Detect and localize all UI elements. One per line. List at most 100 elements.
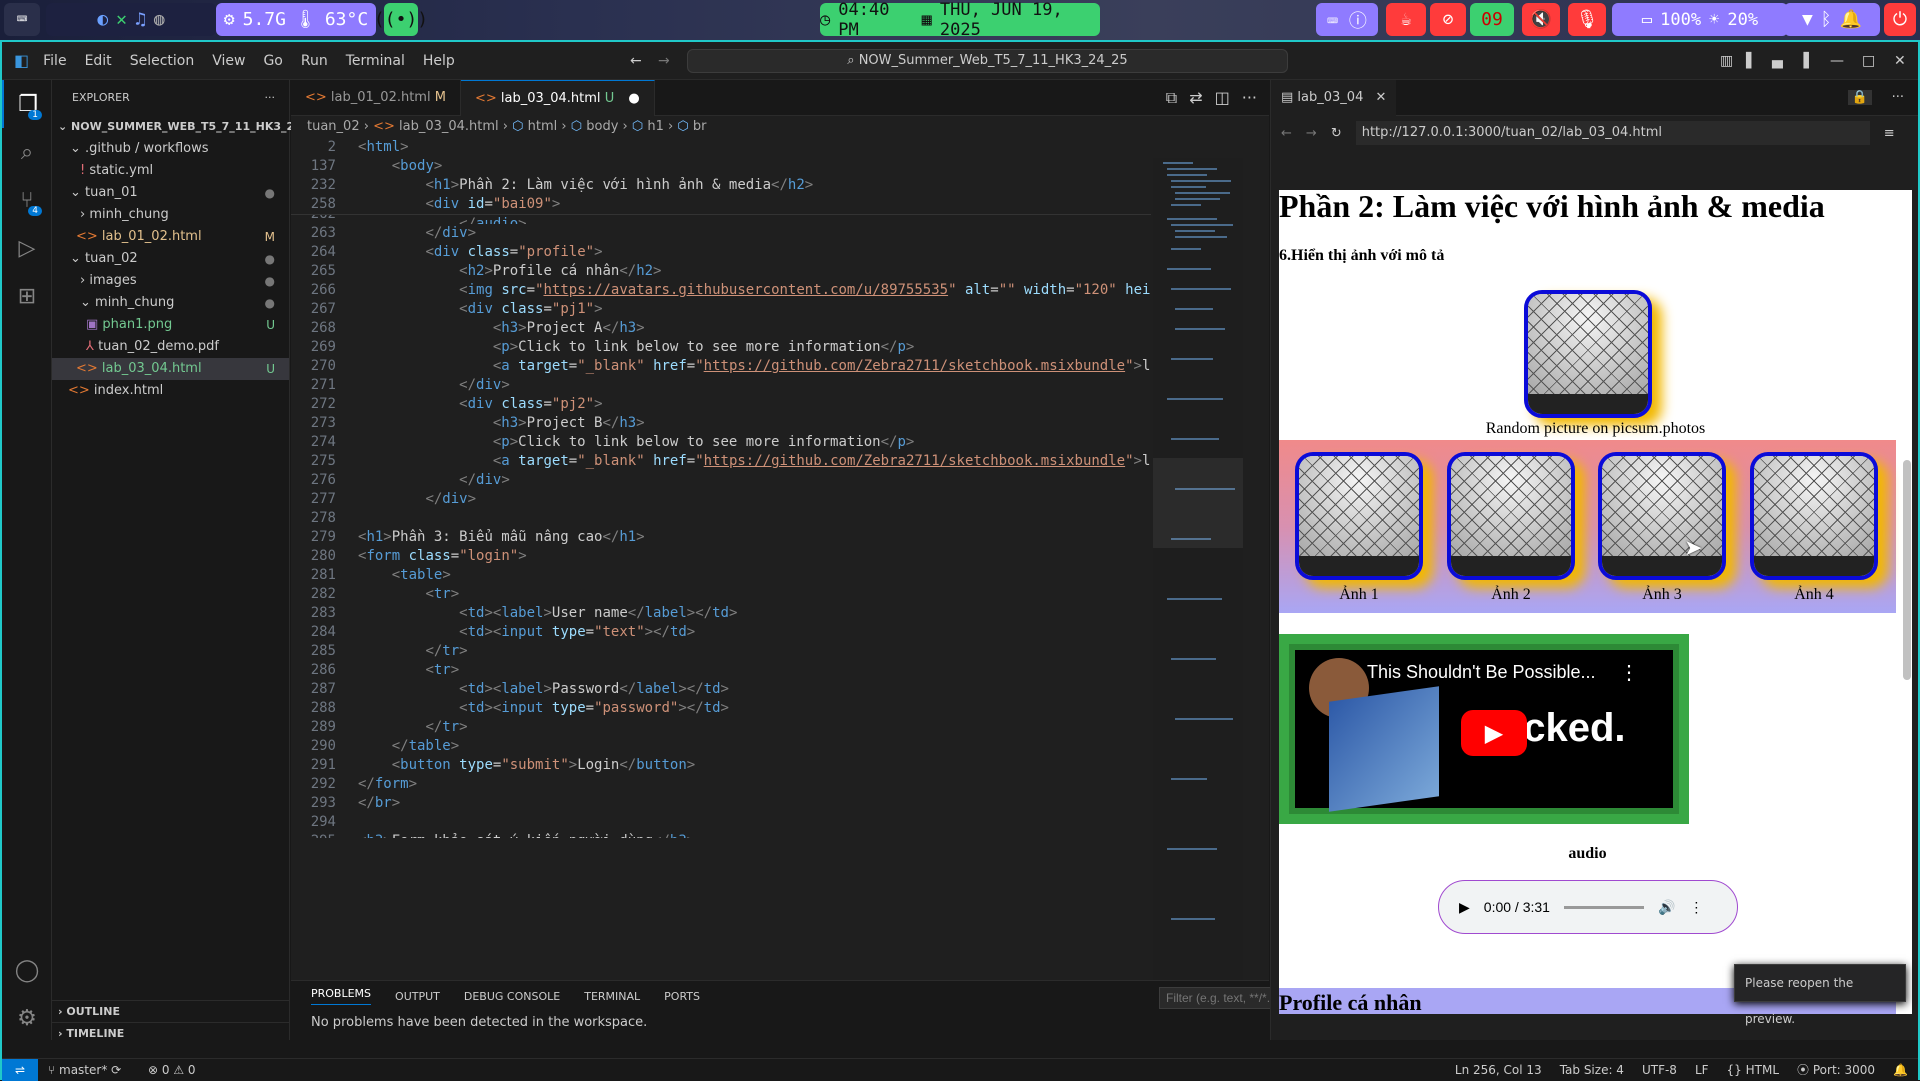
audio-player[interactable]: ▶ 0:00 / 3:31 🔊 ⋮: [1438, 880, 1738, 934]
mic-mute[interactable]: 🎙: [1568, 3, 1606, 36]
tab-ports[interactable]: PORTS: [664, 990, 700, 1003]
lock-icon[interactable]: 🔒: [1847, 90, 1872, 105]
keyboard-layout[interactable]: ⌨ ⓘ: [1316, 3, 1378, 36]
tab-terminal[interactable]: TERMINAL: [584, 990, 640, 1003]
tree-item-tuan01[interactable]: ⌄ tuan_01 ●: [52, 182, 289, 204]
tree-item-static-yml[interactable]: ! static.yml: [52, 160, 289, 182]
branch-indicator[interactable]: ⑂ master* ⟳: [48, 1059, 121, 1081]
video-embed[interactable]: This Shouldn't Be Possible... ⋮ acked. ▶: [1279, 634, 1689, 824]
tree-item-tuan02[interactable]: ⌄ tuan_02 ●: [52, 248, 289, 270]
menu-go[interactable]: Go: [263, 53, 282, 69]
toggle-sidebar-icon[interactable]: ▌: [1746, 53, 1757, 69]
timeline-section[interactable]: › TIMELINE: [52, 1022, 290, 1044]
settings-gear-icon[interactable]: ⚙: [2, 994, 52, 1042]
menu-run[interactable]: Run: [301, 53, 328, 69]
live-server-port[interactable]: ⦿ Port: 3000: [1797, 1059, 1875, 1081]
power-button[interactable]: ⏻: [1884, 3, 1916, 36]
tab-problems[interactable]: PROBLEMS: [311, 987, 372, 1005]
audio-more-icon[interactable]: ⋮: [1689, 899, 1703, 916]
tree-item-pdf[interactable]: ⅄ tuan_02_demo.pdf: [52, 336, 289, 358]
audio-visualizer[interactable]: ((•)): [374, 3, 428, 36]
tab-output[interactable]: OUTPUT: [395, 990, 440, 1003]
forward-arrow-icon[interactable]: →: [1306, 126, 1317, 141]
menu-edit[interactable]: Edit: [85, 53, 112, 69]
menu-terminal[interactable]: Terminal: [346, 53, 405, 69]
tab-size[interactable]: Tab Size: 4: [1560, 1059, 1624, 1081]
menu-view[interactable]: View: [212, 53, 245, 69]
remote-icon[interactable]: ⇌: [2, 1059, 38, 1081]
firefox-icon[interactable]: ◐: [97, 9, 108, 30]
breadcrumb-item[interactable]: html: [528, 119, 558, 134]
command-center[interactable]: ⌕ NOW_Summer_Web_T5_7_11_HK3_24_25: [687, 49, 1288, 73]
network-group[interactable]: ▼ ᛒ 🔔: [1784, 3, 1880, 36]
tab-debug-console[interactable]: DEBUG CONSOLE: [464, 990, 560, 1003]
tree-item-index[interactable]: <> index.html: [52, 380, 289, 402]
volume-icon[interactable]: 🔊: [1658, 899, 1675, 916]
menu-file[interactable]: File: [43, 53, 66, 69]
minimize-icon[interactable]: —: [1830, 53, 1844, 69]
language-mode[interactable]: {} HTML: [1727, 1059, 1780, 1081]
account-icon[interactable]: ◯: [2, 946, 52, 994]
menu-selection[interactable]: Selection: [130, 53, 195, 69]
close-icon[interactable]: ✕: [1894, 53, 1906, 69]
toggle-panel-icon[interactable]: ▄: [1772, 53, 1783, 69]
open-preview-icon[interactable]: ⧉: [1166, 80, 1177, 115]
extensions-icon[interactable]: ⊞: [2, 272, 52, 320]
page-scrollbar[interactable]: [1903, 460, 1911, 680]
tree-item-github[interactable]: ⌄ .github / workflows: [52, 138, 289, 160]
url-bar[interactable]: http://127.0.0.1:3000/tuan_02/lab_03_04.…: [1355, 121, 1870, 145]
split-editor-icon[interactable]: ◫: [1215, 80, 1230, 115]
unsaved-dot-icon[interactable]: ●: [628, 91, 639, 106]
back-arrow-icon[interactable]: ←: [630, 53, 642, 69]
notifications-bell-icon[interactable]: 🔔: [1893, 1059, 1908, 1081]
gallery-image-1[interactable]: [1295, 452, 1423, 580]
forward-arrow-icon[interactable]: →: [658, 53, 670, 69]
problems-indicator[interactable]: ⊗ 0 ⚠ 0: [148, 1059, 196, 1081]
toggle-secondary-icon[interactable]: ▐: [1798, 53, 1809, 69]
play-icon[interactable]: ▶: [1459, 899, 1470, 916]
youtube-play-icon[interactable]: ▶: [1461, 710, 1527, 756]
explorer-icon[interactable]: ❐ 1: [2, 80, 52, 128]
tree-item-minh-chung[interactable]: › minh_chung: [52, 204, 289, 226]
minimap[interactable]: [1153, 158, 1243, 988]
breadcrumb-item[interactable]: tuan_02: [307, 119, 360, 134]
power-stats[interactable]: ▭ 100% ☀ 20%: [1612, 3, 1788, 36]
end-of-line[interactable]: LF: [1695, 1059, 1709, 1081]
dnd-toggle[interactable]: ⊘: [1430, 3, 1466, 36]
outline-section[interactable]: › OUTLINE: [52, 1000, 290, 1022]
tab-lab0102[interactable]: <> lab_01_02.html M: [291, 80, 461, 116]
clock-widget[interactable]: ◷ 04:40 PM ▦ THU, JUN 19, 2025: [820, 0, 1100, 40]
close-tab-icon[interactable]: ✕: [1375, 90, 1386, 105]
breadcrumb-item[interactable]: h1: [647, 119, 664, 134]
maximize-icon[interactable]: □: [1862, 53, 1875, 69]
video-menu-icon[interactable]: ⋮: [1619, 660, 1639, 685]
terminal-launcher[interactable]: ⌨: [4, 3, 40, 36]
workspace-root[interactable]: ⌄ NOW_SUMMER_WEB_T5_7_11_HK3_24_25: [52, 116, 323, 138]
breadcrumb-item[interactable]: body: [586, 119, 618, 134]
tree-item-minh-chung-2[interactable]: ⌄ minh_chung ●: [52, 292, 289, 314]
source-control-icon[interactable]: ⑂ 4: [2, 176, 52, 224]
volume-mute[interactable]: 🔇: [1522, 3, 1560, 36]
reload-icon[interactable]: ↻: [1331, 126, 1342, 141]
layout-customize-icon[interactable]: ▥: [1720, 53, 1733, 69]
tab-preview[interactable]: ▤ lab_03_04 ✕: [1271, 79, 1397, 116]
breadcrumb-item[interactable]: br: [693, 119, 707, 134]
compare-icon[interactable]: ⇄: [1189, 80, 1202, 115]
tree-item-lab0304[interactable]: <> lab_03_04.html U: [52, 358, 289, 380]
menu-help[interactable]: Help: [423, 53, 455, 69]
more-actions-icon[interactable]: ···: [1892, 90, 1904, 105]
encoding[interactable]: UTF-8: [1642, 1059, 1677, 1081]
gallery-image-3[interactable]: [1598, 452, 1726, 580]
preview-page[interactable]: Phần 2: Làm việc với hình ảnh & media 6.…: [1279, 190, 1912, 1014]
vscode-icon[interactable]: ✕: [116, 9, 127, 30]
more-actions-icon[interactable]: ···: [265, 80, 276, 116]
reopen-preview-toast[interactable]: Please reopen the preview.: [1734, 964, 1906, 1026]
caffeine-toggle[interactable]: ☕: [1386, 3, 1426, 36]
gamepad-icon[interactable]: ◍: [154, 9, 165, 30]
code-editor[interactable]: 2 <html> 137 <body> 232 <h1>Phần 2: Làm v…: [291, 138, 1151, 838]
audio-progress[interactable]: [1563, 905, 1644, 909]
search-icon[interactable]: ⌕: [2, 128, 52, 176]
updates-badge[interactable]: 09: [1470, 3, 1514, 36]
run-debug-icon[interactable]: ▷: [2, 224, 52, 272]
tab-lab0304[interactable]: <> lab_03_04.html U ●: [460, 80, 655, 116]
